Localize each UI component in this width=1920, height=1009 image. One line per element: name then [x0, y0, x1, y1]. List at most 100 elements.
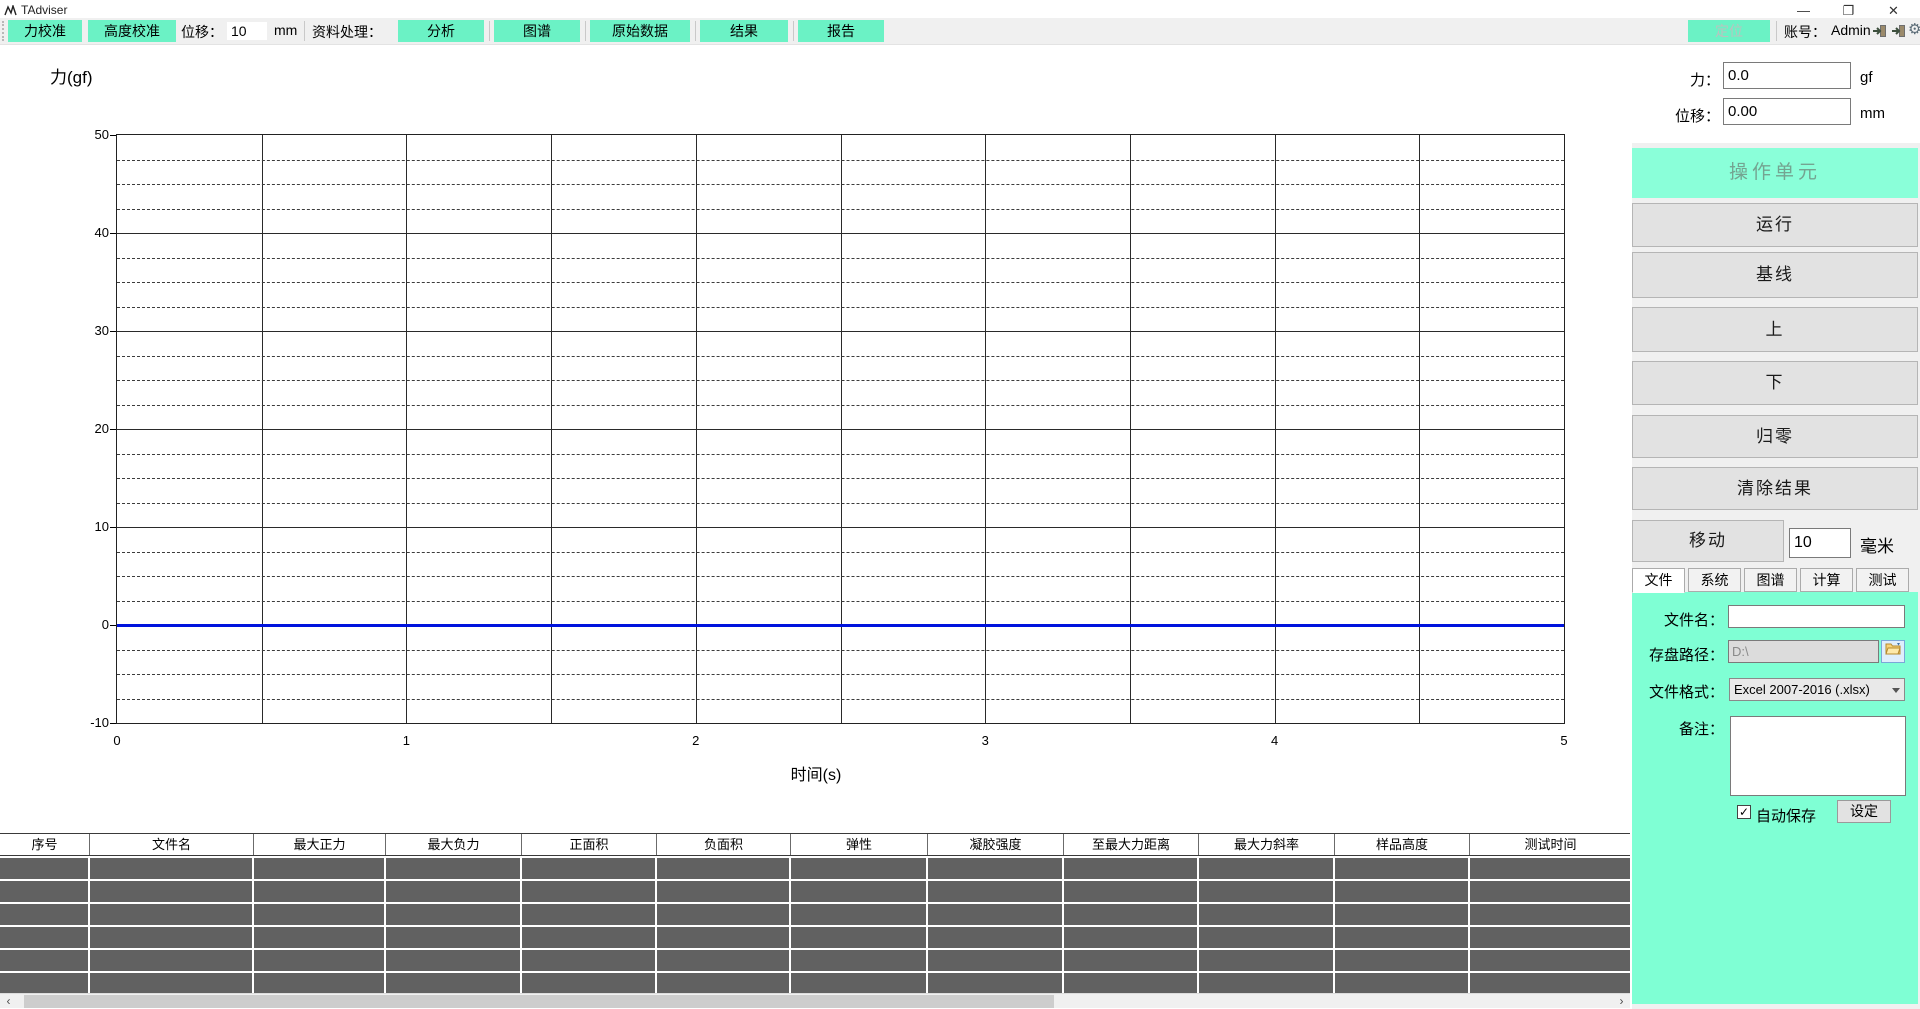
table-row[interactable]: [0, 950, 1632, 971]
force-calibration-button[interactable]: 力校准: [8, 20, 82, 42]
table-cell: [657, 881, 789, 902]
table-cell: [0, 858, 88, 879]
operate-unit-button[interactable]: 操作单元: [1632, 148, 1918, 198]
tab-calculation[interactable]: 计算: [1800, 568, 1853, 592]
table-row[interactable]: [0, 881, 1632, 902]
y-tick-label: -10: [67, 715, 109, 730]
clear-results-button[interactable]: 清除结果: [1632, 467, 1918, 510]
plot-area[interactable]: 50403020100-10012345: [116, 134, 1565, 724]
y-tick-mark: [110, 723, 116, 724]
baseline-button[interactable]: 基线: [1632, 252, 1918, 298]
table-cell: [254, 904, 384, 925]
chevron-down-icon: [1892, 688, 1900, 693]
separator: [304, 21, 305, 41]
scroll-thumb[interactable]: [24, 995, 1054, 1008]
table-cell: [386, 904, 520, 925]
tab-spectrum[interactable]: 图谱: [1744, 568, 1797, 592]
move-button[interactable]: 移动: [1632, 520, 1784, 562]
up-button[interactable]: 上: [1632, 307, 1918, 352]
login-icon[interactable]: [1872, 22, 1888, 40]
table-cell: [0, 950, 88, 971]
tab-system[interactable]: 系统: [1688, 568, 1741, 592]
report-button[interactable]: 报告: [798, 20, 884, 42]
displacement-input[interactable]: [226, 21, 268, 41]
table-header-cell[interactable]: 负面积: [657, 834, 791, 855]
force-readout-input[interactable]: [1723, 62, 1851, 89]
scroll-left-button[interactable]: ‹: [0, 994, 17, 1009]
gridline-major: [117, 429, 1564, 430]
table-header-cell[interactable]: 样品高度: [1335, 834, 1470, 855]
displacement-unit: mm: [274, 22, 297, 38]
positioning-button[interactable]: 定位: [1688, 20, 1770, 42]
autosave-checkbox[interactable]: ✓: [1737, 805, 1751, 819]
table-cell: [1335, 858, 1468, 879]
table-cell: [254, 950, 384, 971]
filename-input[interactable]: [1728, 605, 1905, 628]
table-cell: [522, 927, 655, 948]
table-cell: [1064, 881, 1197, 902]
toolbar-grip[interactable]: [2, 21, 5, 41]
spectrum-button[interactable]: 图谱: [494, 20, 580, 42]
separator: [695, 21, 696, 41]
gridline-minor: [117, 601, 1564, 602]
analysis-button[interactable]: 分析: [398, 20, 484, 42]
table-cell: [1064, 858, 1197, 879]
filename-label: 文件名：: [1632, 609, 1724, 630]
set-button[interactable]: 设定: [1837, 800, 1891, 823]
tab-test[interactable]: 测试: [1856, 568, 1909, 592]
chart-area: 力(gf) 50403020100-10012345 时间(s): [0, 45, 1632, 833]
table-header-cell[interactable]: 正面积: [522, 834, 657, 855]
move-distance-input[interactable]: [1789, 528, 1851, 558]
table-cell: [928, 950, 1062, 971]
table-row[interactable]: [0, 973, 1632, 994]
gear-icon[interactable]: ⚙: [1908, 20, 1920, 38]
separator: [1776, 21, 1777, 41]
down-button[interactable]: 下: [1632, 361, 1918, 405]
table-cell: [522, 881, 655, 902]
table-header-row: 序号文件名最大正力最大负力正面积负面积弹性凝胶强度至最大力距离最大力斜率样品高度…: [0, 833, 1632, 856]
tab-file[interactable]: 文件: [1632, 568, 1685, 593]
table-cell: [791, 858, 926, 879]
displacement-readout-input[interactable]: [1723, 98, 1851, 125]
results-button[interactable]: 结果: [700, 20, 788, 42]
table-cell: [928, 927, 1062, 948]
gridline-minor: [117, 699, 1564, 700]
table-header-cell[interactable]: 测试时间: [1470, 834, 1632, 855]
table-row[interactable]: [0, 904, 1632, 925]
table-cell: [254, 858, 384, 879]
remark-textarea[interactable]: [1730, 716, 1906, 796]
y-tick-mark: [110, 429, 116, 430]
table-header-cell[interactable]: 序号: [0, 834, 90, 855]
file-format-select[interactable]: Excel 2007-2016 (.xlsx): [1729, 678, 1905, 701]
table-header-cell[interactable]: 最大正力: [254, 834, 386, 855]
y-tick-mark: [110, 331, 116, 332]
table-cell: [90, 927, 252, 948]
table-cell: [0, 927, 88, 948]
x-axis-title: 时间(s): [0, 761, 1632, 785]
table-header-cell[interactable]: 凝胶强度: [928, 834, 1064, 855]
table-header-cell[interactable]: 弹性: [791, 834, 928, 855]
gridline-major: [117, 233, 1564, 234]
table-cell: [1470, 904, 1630, 925]
logout-icon[interactable]: [1891, 22, 1907, 40]
table-cell: [386, 950, 520, 971]
table-header-cell[interactable]: 最大力斜率: [1199, 834, 1335, 855]
displacement-readout-unit: mm: [1860, 105, 1885, 122]
h-scrollbar[interactable]: ‹ ›: [0, 993, 1632, 1008]
displacement-label: 位移：: [181, 22, 223, 42]
run-button[interactable]: 运行: [1632, 203, 1918, 247]
file-format-label: 文件格式：: [1632, 681, 1724, 702]
table-row[interactable]: [0, 927, 1632, 948]
table-header-cell[interactable]: 最大负力: [386, 834, 522, 855]
browse-folder-button[interactable]: [1881, 640, 1905, 663]
y-tick-mark: [110, 233, 116, 234]
scroll-right-button[interactable]: ›: [1613, 994, 1630, 1009]
table-header-cell[interactable]: 文件名: [90, 834, 254, 855]
table-header-cell[interactable]: 至最大力距离: [1064, 834, 1199, 855]
table-row[interactable]: [0, 858, 1632, 879]
separator: [585, 21, 586, 41]
raw-data-button[interactable]: 原始数据: [590, 20, 690, 42]
height-calibration-button[interactable]: 高度校准: [88, 20, 176, 42]
zero-button[interactable]: 归零: [1632, 415, 1918, 458]
table-cell: [90, 858, 252, 879]
